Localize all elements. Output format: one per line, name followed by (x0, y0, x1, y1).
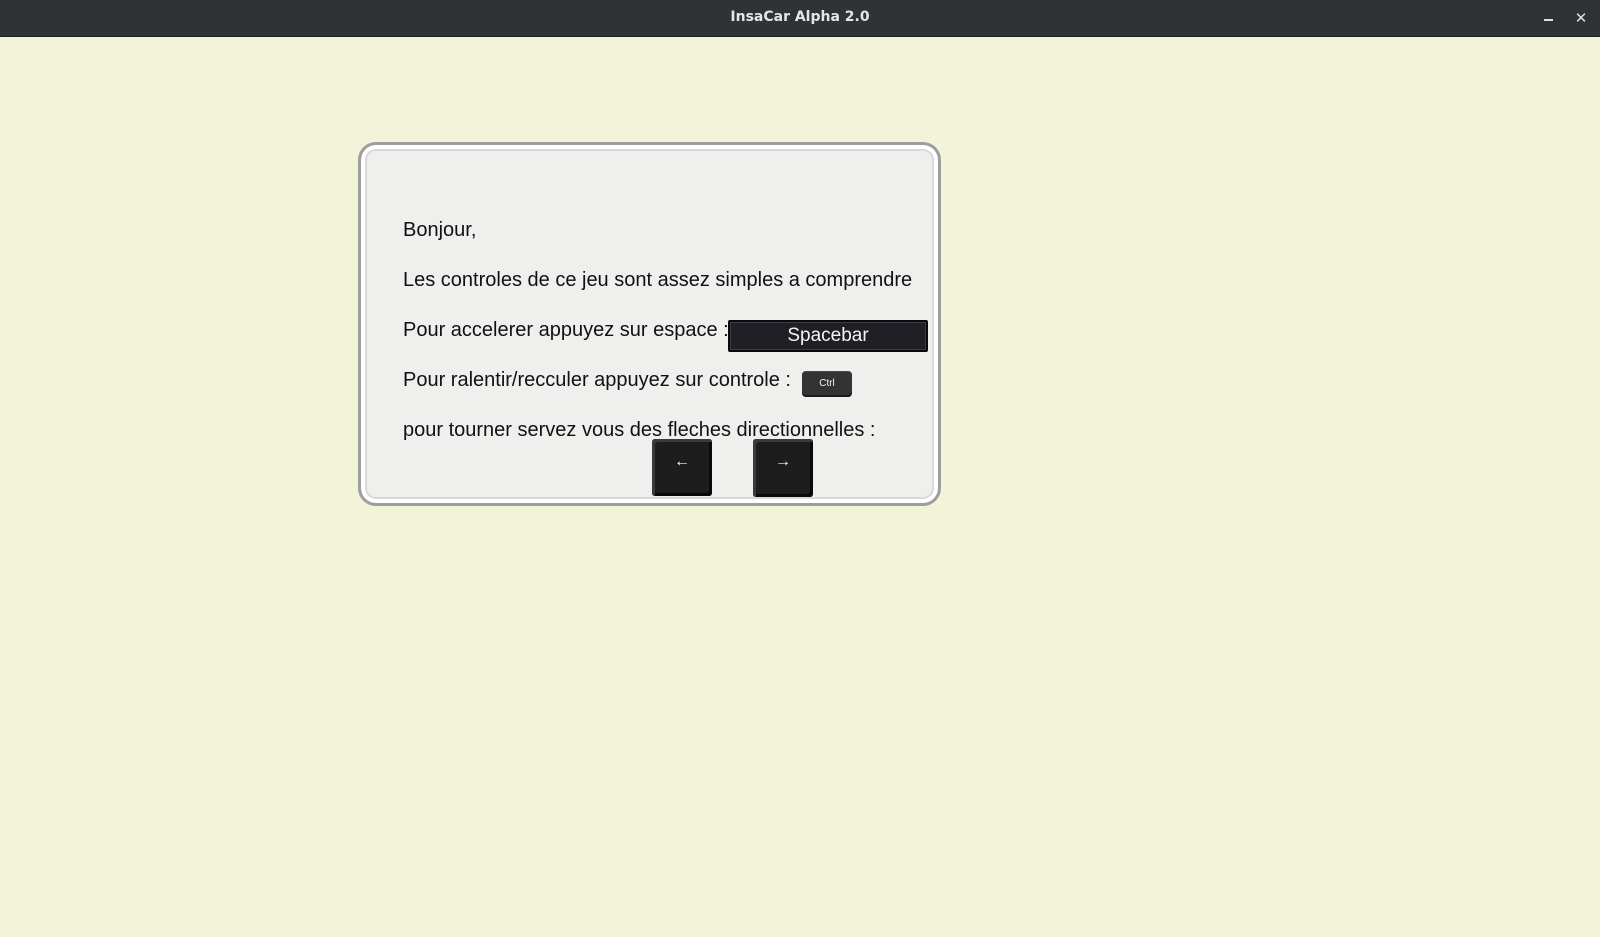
right-arrow-key-image: → (753, 439, 813, 497)
window-titlebar: InsaCar Alpha 2.0 ✕ (0, 0, 1600, 37)
accelerate-text: Pour accelerer appuyez sur espace : (403, 319, 729, 341)
controls-panel: Bonjour, Les controles de ce jeu sont as… (358, 142, 941, 506)
brake-text: Pour ralentir/recculer appuyez sur contr… (403, 369, 791, 391)
close-button[interactable]: ✕ (1569, 6, 1593, 30)
minimize-button[interactable] (1536, 6, 1560, 30)
ctrl-key-image: Ctrl (802, 371, 852, 397)
intro-text: Les controles de ce jeu sont assez simpl… (403, 269, 913, 291)
greeting-text: Bonjour, (403, 219, 477, 241)
left-arrow-key-image: ← (652, 439, 712, 496)
minimize-icon (1543, 19, 1553, 21)
window-title: InsaCar Alpha 2.0 (730, 9, 870, 25)
spacebar-key-image: Spacebar (728, 320, 928, 352)
